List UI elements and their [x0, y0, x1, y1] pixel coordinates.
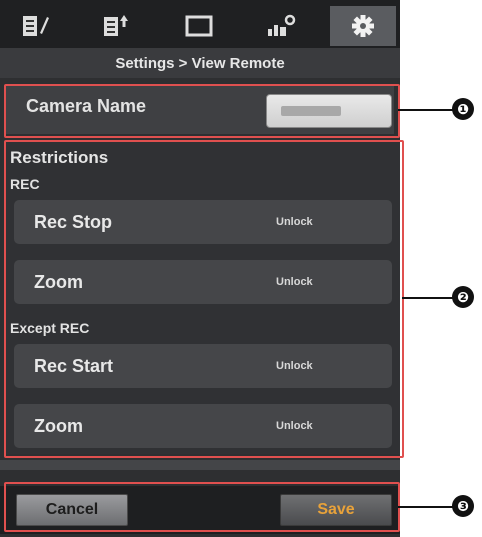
edit-list-icon: [23, 16, 49, 36]
tab-bar: [0, 0, 400, 48]
page-title: Settings > View Remote: [0, 48, 400, 78]
highlight-camera-name: [4, 84, 400, 138]
gear-icon: [352, 15, 374, 37]
highlight-restrictions: [4, 140, 404, 458]
camera-settings-icon: [268, 14, 296, 36]
tab-edit[interactable]: [2, 6, 68, 46]
divider: [0, 460, 400, 470]
tab-camera-settings[interactable]: [248, 6, 314, 46]
callout-line-1: [398, 109, 454, 111]
highlight-buttons: [4, 482, 400, 532]
callout-2: ❷: [452, 286, 474, 308]
callout-3: ❸: [452, 495, 474, 517]
upload-list-icon: [104, 15, 128, 36]
callout-line-2: [402, 297, 454, 299]
tab-display[interactable]: [166, 6, 232, 46]
tab-upload[interactable]: [82, 6, 148, 46]
tab-settings[interactable]: [330, 6, 396, 46]
callout-1: ❶: [452, 98, 474, 120]
callout-line-3: [398, 506, 454, 508]
display-icon: [185, 15, 213, 37]
